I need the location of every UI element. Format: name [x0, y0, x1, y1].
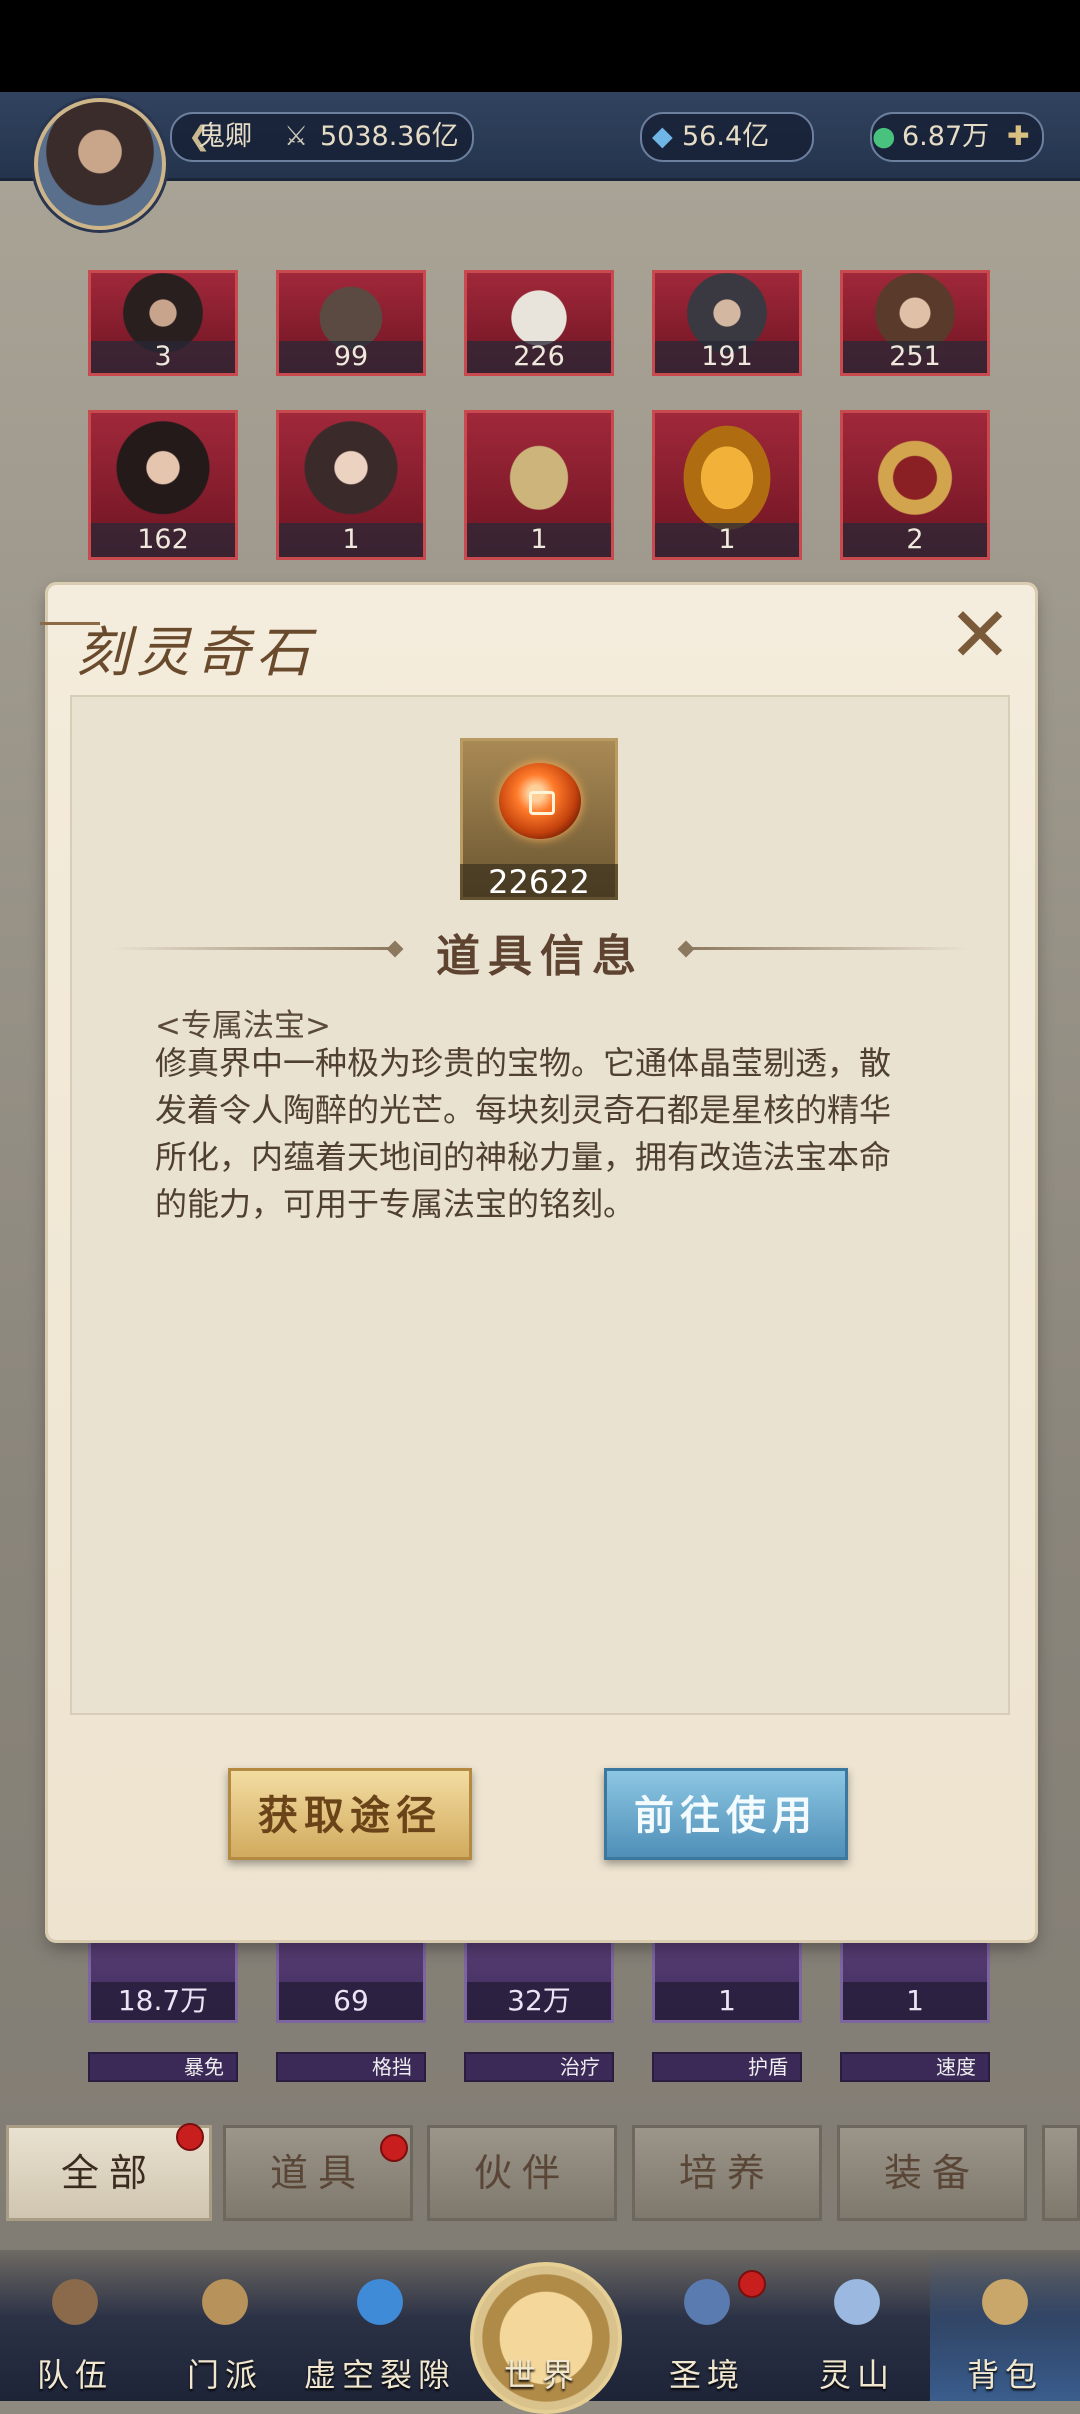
- inventory-item[interactable]: 1: [652, 1935, 802, 2023]
- item-count: 251: [843, 341, 987, 373]
- stat-label: 速度: [840, 2052, 990, 2082]
- tab-partners[interactable]: 伙伴: [427, 2125, 617, 2221]
- dialog-title: 刻灵奇石: [76, 621, 316, 684]
- divider: [685, 947, 970, 950]
- item-count: 3: [91, 341, 235, 373]
- add-jade-icon[interactable]: ✚: [1007, 114, 1030, 160]
- nav-world[interactable]: 世界: [467, 2250, 617, 2401]
- notification-dot: [738, 2270, 766, 2298]
- tab-more[interactable]: [1042, 2125, 1080, 2221]
- mountain-icon: [817, 2262, 897, 2342]
- nav-backpack[interactable]: 背包: [930, 2250, 1080, 2401]
- item-count: 32万: [467, 1982, 611, 2020]
- nav-label: 世界: [503, 2356, 580, 2394]
- item-quantity: 22622: [460, 864, 618, 900]
- section-title: 道具信息: [436, 931, 644, 982]
- crystal-value: 56.4亿: [682, 121, 770, 152]
- obtain-method-button[interactable]: 获取途径: [228, 1768, 472, 1860]
- nav-spirit-mountain[interactable]: 灵山: [782, 2250, 932, 2401]
- jade-icon: ●: [872, 121, 896, 152]
- inventory-item[interactable]: 1: [840, 1935, 990, 2023]
- item-count: 226: [467, 341, 611, 373]
- nav-sect[interactable]: 门派: [150, 2250, 300, 2401]
- inventory-item[interactable]: 2: [840, 410, 990, 560]
- item-count: 1: [467, 523, 611, 557]
- inventory-item[interactable]: 32万: [464, 1935, 614, 2023]
- item-count: 99: [279, 341, 423, 373]
- nav-label: 虚空裂隙: [303, 2356, 456, 2394]
- realm-icon: [667, 2262, 747, 2342]
- jade-value: 6.87万: [902, 121, 990, 152]
- notification-dot: [380, 2134, 408, 2162]
- inventory-item[interactable]: 162: [88, 410, 238, 560]
- nav-void-rift[interactable]: 虚空裂隙: [290, 2250, 470, 2401]
- item-description: 修真界中一种极为珍贵的宝物。它通体晶莹剔透，散发着令人陶醉的光芒。每块刻灵奇石都…: [155, 1044, 892, 1223]
- item-count: 2: [843, 523, 987, 557]
- stat-label: 格挡: [276, 2052, 426, 2082]
- nav-label: 队伍: [36, 2356, 113, 2394]
- player-name: 鬼卿: [198, 121, 252, 152]
- item-count: 18.7万: [91, 1982, 235, 2020]
- item-category: <专属法宝>: [155, 1008, 331, 1044]
- nav-label: 灵山: [818, 2356, 895, 2394]
- inventory-item[interactable]: 1: [464, 410, 614, 560]
- rift-icon: [340, 2262, 420, 2342]
- player-avatar[interactable]: [34, 98, 166, 230]
- item-count: 69: [279, 1982, 423, 2020]
- tab-training[interactable]: 培养: [632, 2125, 822, 2221]
- item-count: 1: [279, 523, 423, 557]
- item-count: 1: [843, 1982, 987, 2020]
- nav-team[interactable]: 队伍: [0, 2250, 150, 2401]
- status-bar: [0, 0, 1080, 92]
- item-count: 1: [655, 1982, 799, 2020]
- divider: [110, 947, 395, 950]
- team-icon: [35, 2262, 115, 2342]
- crystal-icon: ◆: [652, 121, 673, 152]
- inventory-item[interactable]: 99: [276, 270, 426, 376]
- player-info-pill: ❮ 鬼卿 ⚔ 5038.36亿: [170, 112, 474, 162]
- go-use-button[interactable]: 前往使用: [604, 1768, 848, 1860]
- nav-label: 背包: [966, 2356, 1043, 2394]
- inventory-item[interactable]: 69: [276, 1935, 426, 2023]
- close-icon[interactable]: ✕: [945, 597, 1015, 673]
- backpack-icon: [965, 2262, 1045, 2342]
- jade-pill: ● 6.87万 ✚: [870, 112, 1044, 162]
- item-count: 191: [655, 341, 799, 373]
- power-value: 5038.36亿: [320, 121, 459, 152]
- crystal-pill: ◆ 56.4亿: [640, 112, 814, 162]
- tab-equipment[interactable]: 装备: [837, 2125, 1027, 2221]
- power-icon: ⚔: [284, 121, 309, 152]
- nav-label: 圣境: [668, 2356, 745, 2394]
- inventory-item[interactable]: 3: [88, 270, 238, 376]
- item-count: 162: [91, 523, 235, 557]
- nav-label: 门派: [186, 2356, 263, 2394]
- inventory-item[interactable]: 18.7万: [88, 1935, 238, 2023]
- inventory-item[interactable]: 1: [652, 410, 802, 560]
- sect-icon: [185, 2262, 265, 2342]
- inventory-item[interactable]: 1: [276, 410, 426, 560]
- item-count: 1: [655, 523, 799, 557]
- inventory-item[interactable]: 251: [840, 270, 990, 376]
- notification-dot: [176, 2123, 204, 2151]
- stat-label: 治疗: [464, 2052, 614, 2082]
- spirit-stone-icon: [499, 763, 581, 839]
- inventory-item[interactable]: 226: [464, 270, 614, 376]
- stat-label: 暴免: [88, 2052, 238, 2082]
- stat-label: 护盾: [652, 2052, 802, 2082]
- inventory-item[interactable]: 191: [652, 270, 802, 376]
